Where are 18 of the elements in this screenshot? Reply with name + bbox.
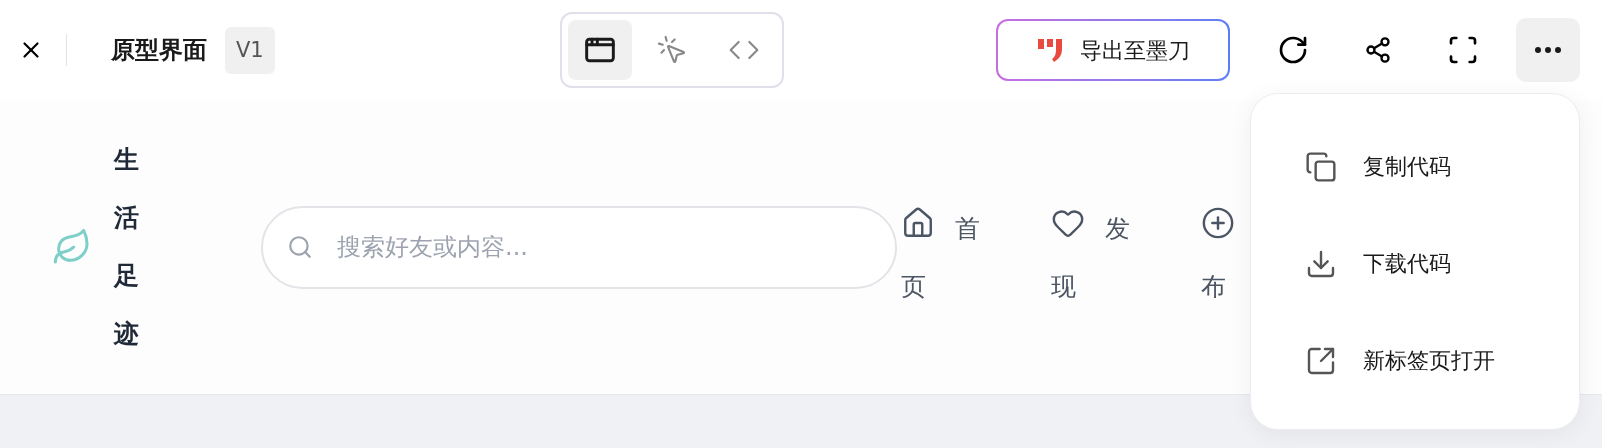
logo-icon [1035,37,1064,63]
brand-title: 生活足迹 [114,144,139,350]
more-button[interactable] [1515,18,1580,82]
search-icon [287,234,313,260]
share-icon [1363,36,1392,64]
view-mode-tab[interactable] [567,20,632,80]
nav-link[interactable]: 发现 [1051,200,1151,316]
more-icon [1534,47,1561,53]
window-title: 原型界面 [111,35,207,66]
search-field[interactable]: 搜索好友或内容... [261,205,897,289]
plus-circle-icon [1201,206,1235,240]
version-tag: V1 [225,26,275,74]
search-input[interactable]: 搜索好友或内容... [337,229,895,265]
nav-link[interactable]: 首页 [901,200,1001,316]
cursor-click-icon [655,34,688,66]
copy-icon [1305,150,1337,183]
export-button[interactable]: 导出至墨刀 [995,19,1230,81]
home-icon [901,206,935,240]
